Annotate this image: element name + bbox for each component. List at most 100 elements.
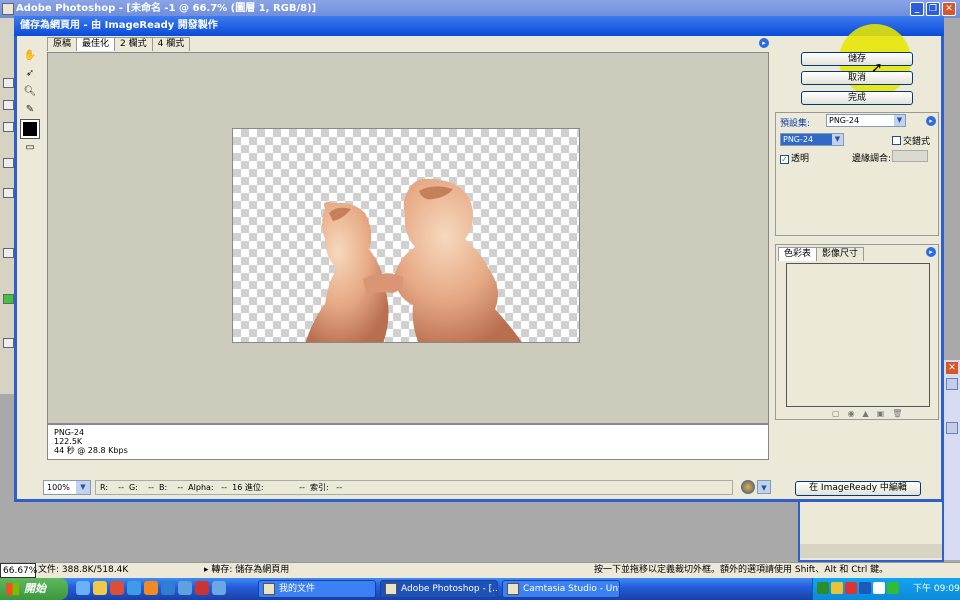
photoshop-app-icon — [2, 3, 14, 15]
mouse-pointer-icon: ➚ — [871, 60, 883, 76]
minimize-icon[interactable]: _ — [910, 2, 924, 16]
taskbar-item-photoshop[interactable]: Adobe Photoshop - [... — [380, 580, 498, 598]
document-zoom[interactable]: 66.67% — [0, 563, 37, 578]
quick-launch — [76, 581, 229, 598]
new-color-icon[interactable]: ▣ — [877, 409, 893, 418]
photoshop-statusbar: 66.67% 文件: 388.8K/518.4K ▸ 轉存: 儲存為網頁用 按一… — [0, 562, 960, 578]
slice-select-icon[interactable]: ➶ — [21, 66, 39, 82]
done-button[interactable]: 完成 — [801, 91, 913, 105]
tool-icon[interactable] — [3, 122, 14, 132]
scroll-down-icon[interactable] — [946, 422, 958, 434]
zoom-icon[interactable]: 🔍︎ — [21, 84, 39, 100]
chevron-down-icon[interactable]: ▼ — [76, 481, 90, 494]
hand-icon[interactable]: ✋ — [21, 48, 39, 64]
color-table-actions: ▢◉▲▣🗑︎ — [832, 409, 910, 418]
tab-image-size[interactable]: 影像尺寸 — [816, 247, 865, 261]
chevron-down-icon[interactable]: ▼ — [757, 480, 771, 494]
document-info: 文件: 388.8K/518.4K — [38, 565, 129, 575]
firefox-icon[interactable] — [144, 581, 158, 595]
chevron-down-icon[interactable]: ▼ — [832, 134, 843, 145]
camtasia-icon — [507, 583, 519, 595]
foreground-color-swatch[interactable] — [3, 294, 14, 304]
tool-icon[interactable] — [3, 78, 14, 88]
palette-icon-strip — [800, 544, 942, 558]
photoshop-palette-scroll: ✕ — [944, 360, 960, 560]
preset-select[interactable]: PNG-24 ▼ — [826, 114, 906, 127]
file-format-select[interactable]: PNG-24 ▼ — [780, 133, 844, 146]
start-button[interactable]: 開始 — [0, 578, 68, 600]
preset-value: PNG-24 — [829, 116, 860, 125]
matte-select[interactable] — [892, 150, 928, 162]
browser-preview-icon[interactable] — [741, 480, 755, 494]
tab-color-table[interactable]: 色彩表 — [778, 247, 818, 261]
interlace-label: 交錯式 — [903, 137, 931, 147]
status-hint-action: ▸ 轉存: 儲存為網頁用 — [204, 565, 290, 575]
toggle-slices-icon[interactable]: ▭ — [21, 140, 39, 156]
chevron-down-icon[interactable]: ▼ — [894, 115, 905, 126]
windows-logo-icon — [6, 583, 19, 595]
transparency-checkbox[interactable]: ✓ 透明 — [780, 151, 809, 164]
tab-2-up[interactable]: 2 欄式 — [114, 37, 153, 51]
tray-icon[interactable] — [831, 582, 843, 594]
dialog-toolbox: ✋ ➶ 🔍︎ ✎ ▭ — [20, 48, 41, 158]
tool-icon[interactable] — [3, 158, 14, 168]
delete-color-icon[interactable]: 🗑︎ — [892, 409, 910, 418]
preview-menu-icon[interactable]: ▸ — [759, 38, 769, 48]
dialog-titlebar: 儲存為網頁用 - 由 ImageReady 開發製作 — [14, 16, 944, 36]
clock[interactable]: 下午 09:09 — [913, 578, 960, 600]
browser-icon[interactable] — [127, 581, 141, 595]
app-icon[interactable] — [161, 581, 175, 595]
checkmark-icon[interactable]: ✓ — [780, 155, 789, 164]
map-color-icon[interactable]: ▢ — [832, 409, 848, 418]
status-hint-tool: 按一下並拖移以定義裁切外框。額外的選項請使用 Shift、Alt 和 Ctrl … — [594, 565, 889, 575]
app-icon[interactable] — [178, 581, 192, 595]
restore-icon[interactable]: ❐ — [926, 2, 940, 16]
taskbar-item-my-documents[interactable]: 我的文件 — [258, 580, 376, 598]
settings-menu-icon[interactable]: ▸ — [926, 116, 936, 126]
color-table-area[interactable] — [786, 263, 930, 407]
dialog-title: 儲存為網頁用 - 由 ImageReady 開發製作 — [20, 20, 218, 31]
color-panel-menu-icon[interactable]: ▸ — [926, 247, 936, 257]
tool-icon[interactable] — [3, 100, 14, 110]
color-panel-tabs: 色彩表 影像尺寸 — [778, 247, 865, 261]
photoshop-app-icon — [385, 583, 397, 595]
lock-color-icon[interactable]: ▲ — [863, 409, 877, 418]
tray-icon[interactable] — [817, 582, 829, 594]
taskbar-item-camtasia[interactable]: Camtasia Studio - Unti... — [502, 580, 620, 598]
tray-icon[interactable] — [873, 582, 885, 594]
eyedropper-icon[interactable]: ✎ — [21, 102, 39, 118]
close-icon[interactable]: ✕ — [946, 362, 958, 374]
web-shift-icon[interactable]: ◉ — [848, 409, 863, 418]
folder-icon[interactable] — [93, 581, 107, 595]
preset-label: 預設集: — [780, 119, 811, 129]
image-preview-area[interactable] — [47, 52, 769, 424]
checkbox-icon[interactable] — [892, 136, 901, 145]
save-button[interactable]: 儲存 — [801, 52, 913, 66]
app-icon[interactable] — [212, 581, 226, 595]
scroll-up-icon[interactable] — [946, 378, 958, 390]
tool-icon[interactable] — [3, 248, 14, 258]
close-icon[interactable]: ✕ — [942, 2, 956, 16]
eyedropper-color-swatch[interactable] — [20, 119, 40, 139]
tray-icon[interactable] — [845, 582, 857, 594]
tab-4-up[interactable]: 4 欄式 — [151, 37, 191, 51]
matte-label: 邊緣調合: — [852, 154, 892, 164]
tool-icon[interactable] — [3, 188, 14, 198]
cancel-button[interactable]: 取消 — [801, 71, 913, 85]
file-format-value: PNG-24 — [783, 135, 814, 144]
optimization-settings-panel: 預設集: PNG-24 ▼ ▸ PNG-24 ▼ 交錯式 ✓ 透明 邊緣調合: — [775, 112, 939, 236]
tray-icon[interactable] — [859, 582, 871, 594]
photoshop-title: Adobe Photoshop - [未命名 -1 @ 66.7% (圖層 1,… — [16, 3, 317, 14]
show-desktop-icon[interactable] — [76, 581, 90, 595]
tab-optimized[interactable]: 最佳化 — [76, 37, 116, 51]
status-hint-action-text: 轉存: 儲存為網頁用 — [211, 565, 290, 575]
tray-icon[interactable] — [887, 582, 899, 594]
edit-in-imageready-button[interactable]: 在 ImageReady 中編輯 — [795, 481, 921, 496]
optimization-info: PNG-24 122.5K 44 秒 @ 28.8 Kbps — [47, 424, 769, 460]
app-icon[interactable] — [195, 581, 209, 595]
interlace-checkbox[interactable]: 交錯式 — [892, 134, 930, 147]
tab-original[interactable]: 原稿 — [47, 37, 78, 51]
zoom-level-select[interactable]: 100% ▼ — [43, 480, 91, 495]
tool-icon[interactable] — [3, 338, 14, 348]
media-player-icon[interactable] — [110, 581, 124, 595]
